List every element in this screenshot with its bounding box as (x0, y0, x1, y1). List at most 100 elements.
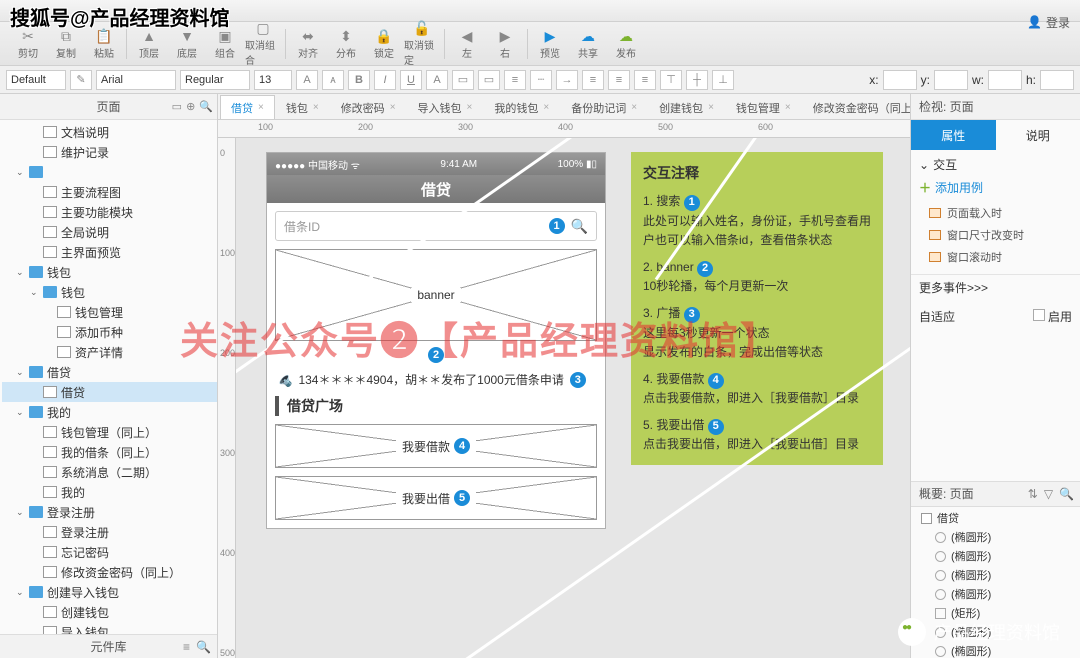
page-tab[interactable]: 钱包× (275, 95, 330, 119)
outline-item[interactable]: (椭圆形) (911, 585, 1080, 604)
bold-icon[interactable]: B (348, 70, 370, 90)
tree-page[interactable]: 资产详情 (2, 342, 217, 362)
toolbar-左[interactable]: ◀左 (449, 24, 485, 64)
tree-page[interactable]: 钱包管理（同上） (2, 422, 217, 442)
toolbar-右[interactable]: ▶右 (487, 24, 523, 64)
tree-folder[interactable]: ⌄创建导入钱包 (2, 582, 217, 602)
tree-folder[interactable]: ⌄钱包 (2, 262, 217, 282)
tree-page[interactable]: 文档说明 (2, 122, 217, 142)
tree-folder[interactable]: ⌄借贷 (2, 362, 217, 382)
tree-page[interactable]: 导入钱包 (2, 622, 217, 634)
tree-page[interactable]: 忘记密码 (2, 542, 217, 562)
page-tab[interactable]: 备份助记词× (560, 95, 648, 119)
lib-menu-icon[interactable]: ≡ (183, 640, 190, 654)
tree-page[interactable]: 维护记录 (2, 142, 217, 162)
add-case-button[interactable]: ＋ 添加用例 (919, 179, 1072, 196)
close-icon[interactable]: × (467, 102, 473, 113)
page-tab[interactable]: 修改密码× (330, 95, 407, 119)
tree-page[interactable]: 我的 (2, 482, 217, 502)
outline-item[interactable]: 借贷 (911, 509, 1080, 528)
close-icon[interactable]: × (631, 102, 637, 113)
size-down-icon[interactable]: ᴀ (322, 70, 344, 90)
toolbar-预览[interactable]: ▶预览 (532, 24, 568, 64)
page-tab[interactable]: 导入钱包× (407, 95, 484, 119)
login-button[interactable]: 👤 登录 (1027, 0, 1070, 44)
page-tab[interactable]: 钱包管理× (725, 95, 802, 119)
tree-page[interactable]: 登录注册 (2, 522, 217, 542)
close-icon[interactable]: × (258, 102, 264, 113)
pages-tree[interactable]: 文档说明维护记录⌄主要流程图主要功能模块全局说明主界面预览⌄钱包⌄钱包钱包管理添… (0, 120, 217, 634)
action-lend[interactable]: 我要出借 5 (275, 476, 597, 520)
tree-page[interactable]: 修改资金密码（同上） (2, 562, 217, 582)
toolbar-发布[interactable]: ☁发布 (608, 24, 644, 64)
tab-notes[interactable]: 说明 (996, 120, 1080, 150)
add-folder-icon[interactable]: ▭ (172, 100, 182, 113)
italic-icon[interactable]: I (374, 70, 396, 90)
fill-icon[interactable]: ▭ (452, 70, 474, 90)
tree-page[interactable]: 钱包管理 (2, 302, 217, 322)
phone-mockup[interactable]: ●●●●● 中国移动 ᯤ 9:41 AM 100% ▮▯ 借贷 借条ID 1 🔍… (266, 152, 606, 529)
search-field[interactable]: 借条ID 1 🔍 (275, 211, 597, 241)
align-c-icon[interactable]: ≡ (608, 70, 630, 90)
close-icon[interactable]: × (313, 102, 319, 113)
banner-placeholder[interactable]: banner (275, 249, 597, 341)
more-events-link[interactable]: 更多事件>>> (911, 275, 1080, 300)
tree-page[interactable]: 系统消息（二期） (2, 462, 217, 482)
event-item[interactable]: 窗口尺寸改变时 (919, 224, 1072, 246)
toolbar-取消组合[interactable]: ▢取消组合 (245, 24, 281, 64)
style-select[interactable]: Default (6, 70, 66, 90)
color-icon[interactable]: A (426, 70, 448, 90)
canvas[interactable]: ●●●●● 中国移动 ᯤ 9:41 AM 100% ▮▯ 借贷 借条ID 1 🔍… (236, 138, 910, 658)
outline-item[interactable]: (椭圆形) (911, 528, 1080, 547)
align-l-icon[interactable]: ≡ (582, 70, 604, 90)
align-r-icon[interactable]: ≡ (634, 70, 656, 90)
add-page-icon[interactable]: ⊕ (186, 100, 195, 113)
toolbar-锁定[interactable]: 🔒锁定 (366, 24, 402, 64)
tree-folder[interactable]: ⌄登录注册 (2, 502, 217, 522)
toolbar-对齐[interactable]: ⬌对齐 (290, 24, 326, 64)
font-select[interactable]: Arial (96, 70, 176, 90)
valign-b-icon[interactable]: ⊥ (712, 70, 734, 90)
valign-t-icon[interactable]: ⊤ (660, 70, 682, 90)
lib-search-icon[interactable]: 🔍 (196, 640, 211, 654)
weight-select[interactable]: Regular (180, 70, 250, 90)
border-icon[interactable]: ▭ (478, 70, 500, 90)
outline-search-icon[interactable]: 🔍 (1059, 487, 1074, 501)
tree-page[interactable]: 主界面预览 (2, 242, 217, 262)
h-field[interactable] (1040, 70, 1074, 90)
annotation-note[interactable]: 交互注释 1. 搜索 1此处可以输入姓名，身份证，手机号查看用户也可以输入借条i… (631, 152, 883, 465)
toolbar-取消锁定[interactable]: 🔓取消锁定 (404, 24, 440, 64)
tree-page[interactable]: 我的借条（同上） (2, 442, 217, 462)
page-tab[interactable]: 修改资金密码（同上）× (802, 95, 910, 119)
interactions-header[interactable]: ⌄ 交互 (919, 156, 1072, 173)
tree-page[interactable]: 借贷 (2, 382, 217, 402)
tree-page[interactable]: 全局说明 (2, 222, 217, 242)
toolbar-共享[interactable]: ☁共享 (570, 24, 606, 64)
tree-folder[interactable]: ⌄我的 (2, 402, 217, 422)
search-icon[interactable]: 🔍 (199, 100, 213, 113)
outline-sort-icon[interactable]: ⇅ (1028, 487, 1038, 501)
y-field[interactable] (934, 70, 968, 90)
toolbar-分布[interactable]: ⬍分布 (328, 24, 364, 64)
underline-icon[interactable]: U (400, 70, 422, 90)
valign-m-icon[interactable]: ┼ (686, 70, 708, 90)
close-icon[interactable]: × (708, 102, 714, 113)
tree-page[interactable]: 创建钱包 (2, 602, 217, 622)
style-copy-icon[interactable]: ✎ (70, 70, 92, 90)
w-field[interactable] (988, 70, 1022, 90)
action-borrow[interactable]: 我要借款 4 (275, 424, 597, 468)
tree-page[interactable]: 主要流程图 (2, 182, 217, 202)
close-icon[interactable]: × (785, 102, 791, 113)
tree-folder[interactable]: ⌄ (2, 162, 217, 182)
outline-filter-icon[interactable]: ▽ (1044, 487, 1053, 501)
page-tab[interactable]: 我的钱包× (483, 95, 560, 119)
outline-item[interactable]: (椭圆形) (911, 566, 1080, 585)
close-icon[interactable]: × (543, 102, 549, 113)
linestyle-icon[interactable]: ┄ (530, 70, 552, 90)
size-select[interactable]: 13 (254, 70, 292, 90)
enable-checkbox[interactable] (1033, 309, 1045, 321)
close-icon[interactable]: × (390, 102, 396, 113)
x-field[interactable] (883, 70, 917, 90)
page-tab[interactable]: 创建钱包× (648, 95, 725, 119)
event-item[interactable]: 页面载入时 (919, 202, 1072, 224)
